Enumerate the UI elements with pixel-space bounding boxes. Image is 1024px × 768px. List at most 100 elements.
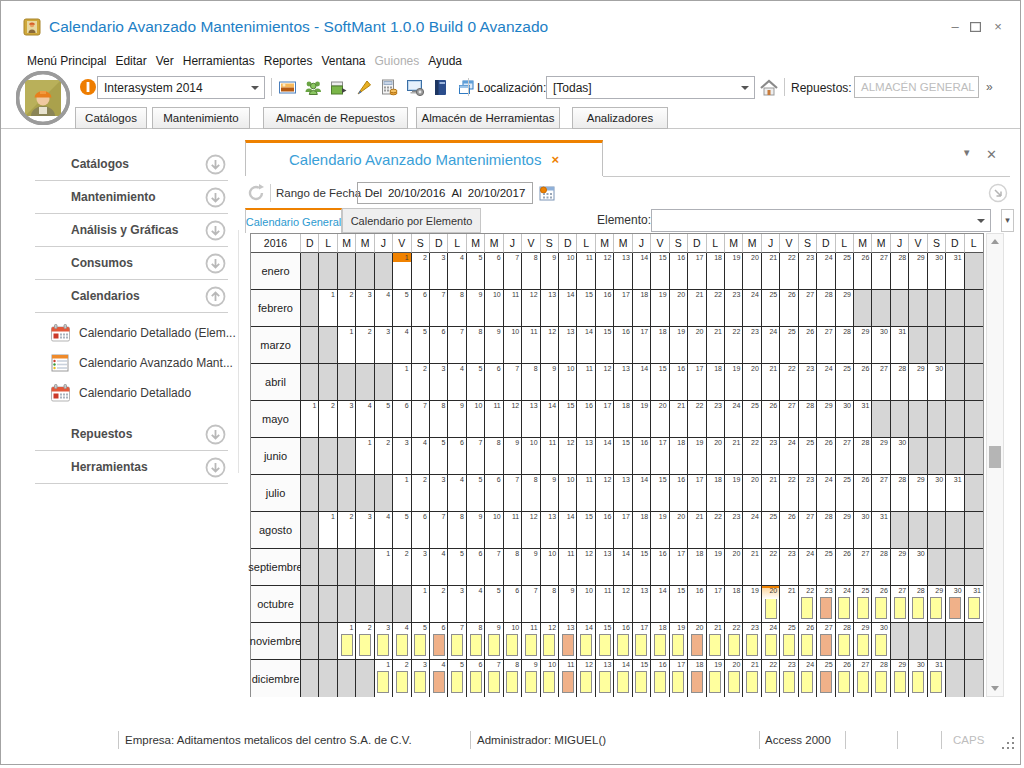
minimize-button[interactable]: – <box>946 19 964 35</box>
day-cell-septiembre-6[interactable]: 6 <box>467 549 485 586</box>
day-cell-diciembre-10[interactable]: 10 <box>541 660 559 697</box>
day-cell-diciembre-15[interactable]: 15 <box>633 660 651 697</box>
maintenance-marker-yellow[interactable] <box>525 634 537 656</box>
day-cell-agosto-5[interactable]: 5 <box>393 512 411 549</box>
maintenance-marker-yellow[interactable] <box>857 597 869 619</box>
day-cell-octubre-5[interactable]: 5 <box>485 586 503 623</box>
day-cell-diciembre-24[interactable]: 24 <box>799 660 817 697</box>
day-cell-febrero-23[interactable]: 23 <box>725 290 743 327</box>
maintenance-marker-yellow[interactable] <box>543 671 555 693</box>
day-cell-septiembre-21[interactable]: 21 <box>743 549 761 586</box>
day-cell-junio-29[interactable]: 29 <box>872 438 890 475</box>
day-cell-enero-11[interactable]: 11 <box>577 253 595 290</box>
day-cell-marzo-12[interactable]: 12 <box>541 327 559 364</box>
day-cell-enero-17[interactable]: 17 <box>688 253 706 290</box>
maintenance-marker-salmon[interactable] <box>691 634 703 656</box>
maintenance-marker-yellow[interactable] <box>912 671 924 693</box>
maintenance-marker-salmon[interactable] <box>820 634 832 656</box>
day-cell-junio-6[interactable]: 6 <box>448 438 466 475</box>
day-cell-julio-21[interactable]: 21 <box>762 475 780 512</box>
day-cell-marzo-6[interactable]: 6 <box>430 327 448 364</box>
day-cell-agosto-10[interactable]: 10 <box>485 512 503 549</box>
day-cell-junio-5[interactable]: 5 <box>430 438 448 475</box>
maintenance-marker-yellow[interactable] <box>968 597 980 619</box>
day-cell-febrero-27[interactable]: 27 <box>799 290 817 327</box>
day-cell-julio-29[interactable]: 29 <box>909 475 927 512</box>
day-cell-julio-31[interactable]: 31 <box>946 475 964 512</box>
day-cell-octubre-27[interactable]: 27 <box>891 586 909 623</box>
day-cell-julio-18[interactable]: 18 <box>707 475 725 512</box>
day-cell-junio-9[interactable]: 9 <box>504 438 522 475</box>
day-cell-junio-1[interactable]: 1 <box>356 438 374 475</box>
day-cell-octubre-19[interactable]: 19 <box>743 586 761 623</box>
day-cell-diciembre-28[interactable]: 28 <box>872 660 890 697</box>
tab-mantenimiento[interactable]: Mantenimiento <box>152 107 250 129</box>
day-cell-octubre-8[interactable]: 8 <box>541 586 559 623</box>
day-cell-abril-1[interactable]: 1 <box>393 364 411 401</box>
day-cell-febrero-20[interactable]: 20 <box>670 290 688 327</box>
maintenance-marker-yellow[interactable] <box>470 634 482 656</box>
maintenance-marker-yellow[interactable] <box>783 671 795 693</box>
day-cell-enero-1[interactable]: 1 <box>393 253 411 290</box>
day-cell-marzo-13[interactable]: 13 <box>559 327 577 364</box>
day-cell-mayo-24[interactable]: 24 <box>725 401 743 438</box>
day-cell-junio-12[interactable]: 12 <box>559 438 577 475</box>
day-cell-febrero-28[interactable]: 28 <box>817 290 835 327</box>
day-cell-noviembre-10[interactable]: 10 <box>504 623 522 660</box>
maintenance-marker-yellow[interactable] <box>654 634 666 656</box>
day-cell-enero-7[interactable]: 7 <box>504 253 522 290</box>
maintenance-marker-salmon[interactable] <box>562 671 574 693</box>
maintenance-marker-yellow[interactable] <box>599 671 611 693</box>
day-cell-julio-1[interactable]: 1 <box>393 475 411 512</box>
repuestos-input[interactable]: ALMACÉN GENERAL <box>854 76 979 98</box>
day-cell-febrero-16[interactable]: 16 <box>596 290 614 327</box>
day-cell-mayo-2[interactable]: 2 <box>319 401 337 438</box>
menu-herramientas[interactable]: Herramientas <box>183 54 255 68</box>
maintenance-marker-yellow[interactable] <box>875 671 887 693</box>
home-icon[interactable] <box>759 78 779 98</box>
day-cell-febrero-8[interactable]: 8 <box>448 290 466 327</box>
day-cell-diciembre-6[interactable]: 6 <box>467 660 485 697</box>
day-cell-julio-13[interactable]: 13 <box>614 475 632 512</box>
day-cell-junio-4[interactable]: 4 <box>412 438 430 475</box>
day-cell-junio-30[interactable]: 30 <box>891 438 909 475</box>
maintenance-marker-salmon[interactable] <box>691 671 703 693</box>
day-cell-mayo-30[interactable]: 30 <box>836 401 854 438</box>
day-cell-marzo-26[interactable]: 26 <box>799 327 817 364</box>
day-cell-febrero-15[interactable]: 15 <box>577 290 595 327</box>
day-cell-agosto-13[interactable]: 13 <box>541 512 559 549</box>
maintenance-marker-salmon[interactable] <box>949 597 961 619</box>
day-cell-febrero-3[interactable]: 3 <box>356 290 374 327</box>
day-cell-junio-28[interactable]: 28 <box>854 438 872 475</box>
day-cell-noviembre-15[interactable]: 15 <box>596 623 614 660</box>
day-cell-mayo-29[interactable]: 29 <box>817 401 835 438</box>
day-cell-junio-15[interactable]: 15 <box>614 438 632 475</box>
day-cell-mayo-31[interactable]: 31 <box>854 401 872 438</box>
maintenance-marker-yellow[interactable] <box>709 671 721 693</box>
menu-reportes[interactable]: Reportes <box>264 54 313 68</box>
maintenance-marker-yellow[interactable] <box>525 671 537 693</box>
maintenance-marker-yellow[interactable] <box>396 671 408 693</box>
day-cell-junio-17[interactable]: 17 <box>651 438 669 475</box>
day-cell-diciembre-11[interactable]: 11 <box>559 660 577 697</box>
day-cell-enero-10[interactable]: 10 <box>559 253 577 290</box>
day-cell-mayo-28[interactable]: 28 <box>799 401 817 438</box>
day-cell-septiembre-30[interactable]: 30 <box>909 549 927 586</box>
day-cell-abril-21[interactable]: 21 <box>762 364 780 401</box>
day-cell-noviembre-2[interactable]: 2 <box>356 623 374 660</box>
maintenance-marker-yellow[interactable] <box>857 634 869 656</box>
day-cell-mayo-10[interactable]: 10 <box>467 401 485 438</box>
day-cell-noviembre-16[interactable]: 16 <box>614 623 632 660</box>
tabstrip-close-icon[interactable]: ✕ <box>986 147 997 162</box>
day-cell-febrero-4[interactable]: 4 <box>375 290 393 327</box>
day-cell-abril-22[interactable]: 22 <box>780 364 798 401</box>
day-cell-enero-28[interactable]: 28 <box>891 253 909 290</box>
day-cell-septiembre-10[interactable]: 10 <box>541 549 559 586</box>
day-cell-abril-14[interactable]: 14 <box>633 364 651 401</box>
day-cell-abril-10[interactable]: 10 <box>559 364 577 401</box>
day-cell-febrero-6[interactable]: 6 <box>412 290 430 327</box>
day-cell-septiembre-4[interactable]: 4 <box>430 549 448 586</box>
day-cell-mayo-12[interactable]: 12 <box>504 401 522 438</box>
day-cell-abril-18[interactable]: 18 <box>707 364 725 401</box>
day-cell-octubre-4[interactable]: 4 <box>467 586 485 623</box>
